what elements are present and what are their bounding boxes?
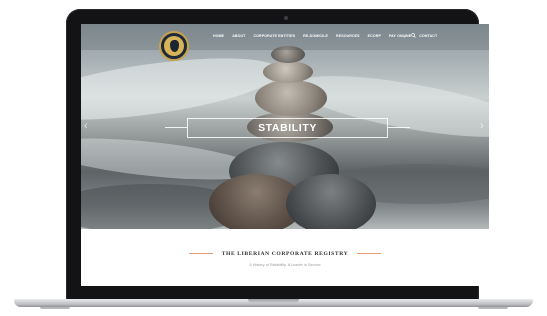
nav-item-corporate-entities[interactable]: CORPORATE ENTITIES xyxy=(253,34,295,38)
nav-item-re-domicile[interactable]: RE-DOMICILE xyxy=(303,34,328,38)
stone-upper-small xyxy=(263,61,313,83)
section-subtitle: A History of Reliability. A Leader in Se… xyxy=(249,263,321,267)
stone-upper xyxy=(255,80,327,116)
nav-item-resources[interactable]: RESOURCES xyxy=(336,34,360,38)
hero-title: STABILITY xyxy=(258,122,317,134)
hero-slider: HOME ABOUT CORPORATE ENTITIES RE-DOMICIL… xyxy=(81,24,489,229)
nav-separator: | xyxy=(404,33,406,38)
stone-base-right xyxy=(286,174,376,229)
section-title: THE LIBERIAN CORPORATE REGISTRY xyxy=(221,251,349,257)
laptop-frame: HOME ABOUT CORPORATE ENTITIES RE-DOMICIL… xyxy=(0,0,547,316)
hero-title-box: STABILITY xyxy=(187,118,388,138)
nav-item-ecorp[interactable]: ECORP xyxy=(368,34,381,38)
nav-item-about[interactable]: ABOUT xyxy=(232,34,245,38)
laptop-hinge-notch xyxy=(248,299,299,303)
intro-section xyxy=(81,229,489,286)
search-icon[interactable] xyxy=(411,33,416,38)
website-screen: HOME ABOUT CORPORATE ENTITIES RE-DOMICIL… xyxy=(81,24,489,286)
laptop-foot-left xyxy=(40,307,70,309)
africa-map-icon xyxy=(170,40,179,52)
title-rule-left xyxy=(165,127,187,128)
camera-dot xyxy=(284,16,288,20)
nav-item-pay-online[interactable]: PAY ONLINE xyxy=(389,34,411,38)
seal-center xyxy=(164,36,184,56)
slider-next-arrow[interactable]: › xyxy=(480,120,484,132)
nav-item-contact[interactable]: CONTACT xyxy=(419,34,437,38)
title-rule-right xyxy=(388,127,410,128)
slider-prev-arrow[interactable]: ‹ xyxy=(84,120,88,132)
laptop-foot-right xyxy=(478,307,508,309)
nav-item-home[interactable]: HOME xyxy=(213,34,224,38)
liberia-registry-seal-icon[interactable] xyxy=(159,31,189,61)
